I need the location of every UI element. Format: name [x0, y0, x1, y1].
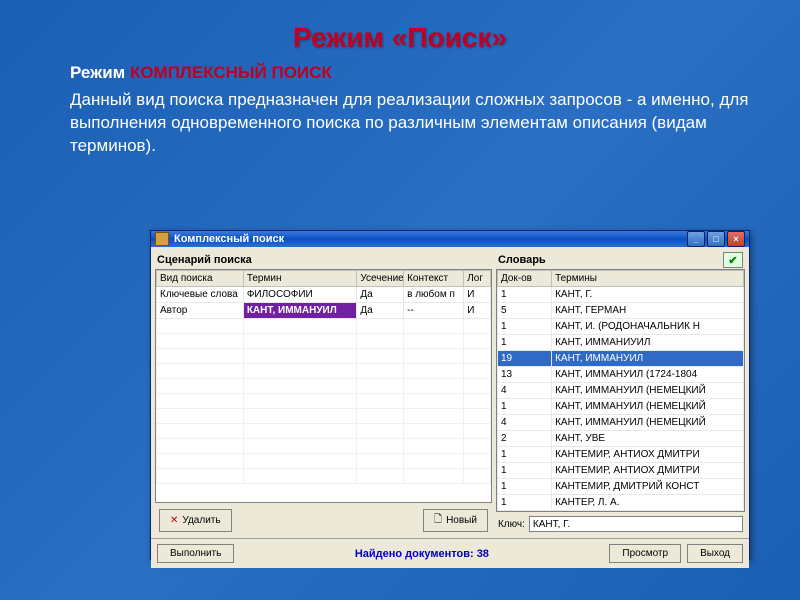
dictionary-col-header[interactable]: Док-ов — [497, 271, 551, 287]
maximize-button[interactable]: □ — [707, 231, 725, 247]
slide-body: Режим КОМПЛЕКСНЫЙ ПОИСК Данный вид поиск… — [0, 62, 800, 158]
new-label: Новый — [446, 515, 477, 526]
table-row[interactable] — [157, 394, 491, 409]
table-row[interactable] — [157, 364, 491, 379]
check-icon: ✔ — [728, 254, 737, 267]
view-label: Просмотр — [622, 548, 668, 559]
app-window: Комплексный поиск _ □ × Сценарий поиска … — [150, 230, 750, 560]
dictionary-panel: Словарь ✔ Док-овТермины1КАНТ, Г.5КАНТ, Г… — [496, 251, 745, 534]
table-row[interactable] — [157, 439, 491, 454]
exit-button[interactable]: Выход — [687, 544, 743, 563]
table-row[interactable]: 1КАНТЕМИР, ДМИТРИЙ КОНСТ — [497, 479, 743, 495]
table-row[interactable]: 13КАНТ, ИММАНУИЛ (1724-1804 — [497, 367, 743, 383]
table-row[interactable]: 1КАНТ, Г. — [497, 287, 743, 303]
delete-button[interactable]: ✕ Удалить — [159, 509, 232, 532]
minimize-button[interactable]: _ — [687, 231, 705, 247]
table-row[interactable] — [157, 379, 491, 394]
table-row[interactable]: 2КАНТ, УВЕ — [497, 431, 743, 447]
table-row[interactable]: 1КАНТЕР, Л. А. — [497, 495, 743, 511]
scenario-col-header[interactable]: Контекст — [404, 271, 464, 287]
scenario-col-header[interactable]: Усечение — [357, 271, 404, 287]
table-row[interactable]: АвторКАНТ, ИММАНУИЛДа--И — [157, 303, 491, 319]
scenario-col-header[interactable]: Термин — [243, 271, 357, 287]
table-row[interactable]: 1КАНТ, ИММАНУИЛ (НЕМЕЦКИЙ — [497, 399, 743, 415]
window-title: Комплексный поиск — [174, 233, 687, 245]
key-label: Ключ: — [498, 519, 525, 530]
table-row[interactable] — [157, 469, 491, 484]
close-button[interactable]: × — [727, 231, 745, 247]
new-icon: 🗋 — [434, 512, 442, 529]
scenario-title: Сценарий поиска — [155, 251, 492, 269]
table-row[interactable] — [157, 424, 491, 439]
slide-title: Режим «Поиск» — [0, 0, 800, 62]
mode-name: КОМПЛЕКСНЫЙ ПОИСК — [130, 63, 332, 82]
execute-label: Выполнить — [170, 548, 221, 559]
scenario-grid[interactable]: Вид поискаТерминУсечениеКонтекстЛогКлюче… — [155, 269, 492, 503]
dictionary-col-header[interactable]: Термины — [552, 271, 744, 287]
table-row[interactable]: 1КАНТ, ИММАНИУИЛ — [497, 335, 743, 351]
table-row[interactable]: 19КАНТ, ИММАНУИЛ — [497, 351, 743, 367]
scenario-panel: Сценарий поиска Вид поискаТерминУсечение… — [155, 251, 492, 534]
table-row[interactable] — [157, 349, 491, 364]
table-row[interactable]: Ключевые словаФИЛОСОФИИДав любом пИ — [157, 287, 491, 303]
new-button[interactable]: 🗋 Новый — [423, 509, 488, 532]
table-row[interactable]: 1КАНТЕМИР, АНТИОХ ДМИТРИ — [497, 447, 743, 463]
table-row[interactable] — [157, 334, 491, 349]
dictionary-grid[interactable]: Док-овТермины1КАНТ, Г.5КАНТ, ГЕРМАН1КАНТ… — [496, 269, 745, 512]
scenario-col-header[interactable]: Вид поиска — [157, 271, 244, 287]
table-row[interactable] — [157, 454, 491, 469]
delete-icon: ✕ — [170, 515, 178, 526]
dictionary-title: Словарь — [496, 251, 723, 269]
exit-label: Выход — [700, 548, 730, 559]
table-row[interactable] — [157, 409, 491, 424]
mode-label: Режим — [70, 63, 130, 82]
delete-label: Удалить — [182, 515, 220, 526]
table-row[interactable]: 1КАНТ, И. (РОДОНАЧАЛЬНИК Н — [497, 319, 743, 335]
footer-bar: Выполнить Найдено документов: 38 Просмот… — [151, 538, 749, 568]
table-row[interactable]: 1КАНТЕМИР, АНТИОХ ДМИТРИ — [497, 463, 743, 479]
table-row[interactable] — [157, 319, 491, 334]
execute-button[interactable]: Выполнить — [157, 544, 234, 563]
app-icon — [155, 232, 169, 246]
key-input[interactable] — [529, 516, 743, 532]
table-row[interactable]: 5КАНТ, ГЕРМАН — [497, 303, 743, 319]
table-row[interactable]: 4КАНТ, ИММАНУИЛ (НЕМЕЦКИЙ — [497, 415, 743, 431]
found-documents: Найдено документов: 38 — [240, 548, 603, 560]
table-row[interactable]: 4КАНТ, ИММАНУИЛ (НЕМЕЦКИЙ — [497, 383, 743, 399]
titlebar[interactable]: Комплексный поиск _ □ × — [151, 231, 749, 247]
confirm-button[interactable]: ✔ — [723, 252, 743, 268]
view-button[interactable]: Просмотр — [609, 544, 681, 563]
slide-description: Данный вид поиска предназначен для реали… — [70, 89, 750, 158]
scenario-col-header[interactable]: Лог — [464, 271, 491, 287]
